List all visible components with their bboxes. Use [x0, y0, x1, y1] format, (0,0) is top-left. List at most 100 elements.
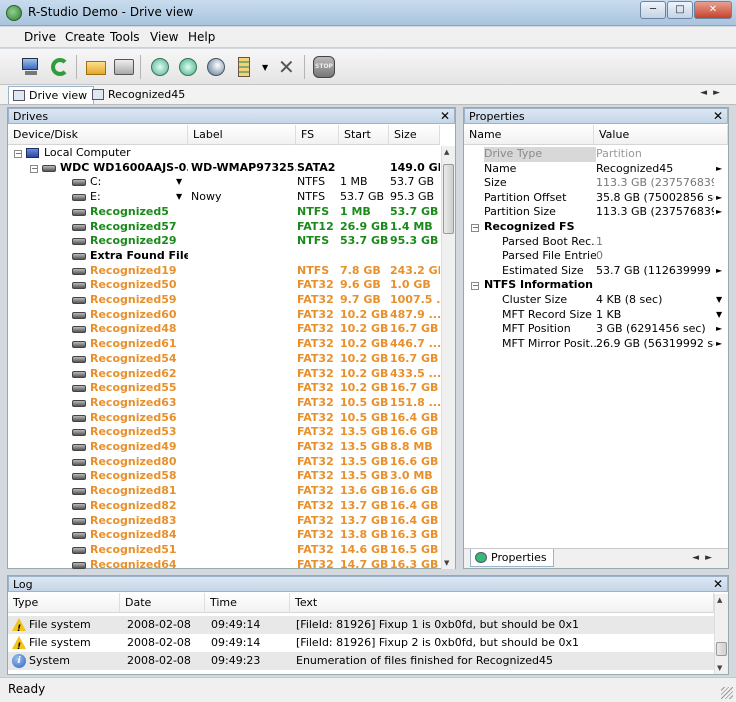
- property-row[interactable]: Parsed Boot Rec... 1: [464, 235, 728, 250]
- log-scrollbar[interactable]: ▲ ▼: [714, 594, 728, 674]
- chevron-right-icon[interactable]: ►: [716, 322, 722, 337]
- drive-row[interactable]: Recognized19 NTFS 7.8 GB 243.2 GB: [8, 264, 440, 279]
- tab-properties[interactable]: Properties: [470, 549, 554, 567]
- scroll-up-icon[interactable]: ▲: [444, 148, 449, 156]
- drive-row[interactable]: Recognized49 FAT32 13.5 GB 8.8 MB: [8, 440, 440, 455]
- col-type[interactable]: Type: [8, 593, 120, 613]
- tab-drive-view[interactable]: Drive view: [8, 86, 95, 104]
- tree-collapse-icon[interactable]: −: [14, 150, 22, 158]
- close-log-panel-icon[interactable]: ✕: [713, 577, 723, 591]
- property-row[interactable]: Partition Size 113.3 GB (237576839 s...►: [464, 205, 728, 220]
- log-scroll-down-icon[interactable]: ▼: [717, 664, 722, 672]
- drive-row[interactable]: Recognized82 FAT32 13.7 GB 16.4 GB: [8, 499, 440, 514]
- recover-button[interactable]: [147, 54, 171, 78]
- property-row[interactable]: Size 113.3 GB (237576839 s...: [464, 176, 728, 191]
- chevron-down-icon[interactable]: ▼: [176, 175, 182, 190]
- menu-create[interactable]: Create: [65, 30, 105, 44]
- chevron-right-icon[interactable]: ►: [716, 191, 722, 206]
- drive-row[interactable]: Recognized54 FAT32 10.2 GB 16.7 GB: [8, 352, 440, 367]
- recover-marked-button[interactable]: [175, 54, 199, 78]
- drive-row[interactable]: E: Nowy NTFS 53.7 GB 95.3 GB ▼: [8, 190, 440, 205]
- col-value[interactable]: Value: [594, 125, 728, 145]
- col-date[interactable]: Date: [120, 593, 205, 613]
- property-row[interactable]: Cluster Size 4 KB (8 sec) ▼: [464, 293, 728, 308]
- chevron-right-icon[interactable]: ►: [716, 337, 722, 352]
- property-row[interactable]: MFT Mirror Posit...26.9 GB (56319992 sec…: [464, 337, 728, 352]
- drive-row[interactable]: Recognized58 FAT32 13.5 GB 3.0 MB: [8, 469, 440, 484]
- property-row[interactable]: MFT Record Size 1 KB ▼: [464, 308, 728, 323]
- col-size[interactable]: Size: [389, 125, 440, 145]
- property-value[interactable]: 26.9 GB (56319992 sec): [596, 337, 714, 352]
- log-scroll-thumb[interactable]: [716, 642, 727, 656]
- chevron-right-icon[interactable]: ►: [716, 162, 722, 177]
- property-value[interactable]: 3 GB (6291456 sec): [596, 322, 714, 337]
- close-window-button[interactable]: ✕: [694, 1, 732, 19]
- drive-row[interactable]: Recognized83 FAT32 13.7 GB 16.4 GB: [8, 514, 440, 529]
- drive-row[interactable]: Recognized57 FAT12 26.9 GB 1.4 MB: [8, 220, 440, 235]
- open-drive-button[interactable]: [83, 54, 107, 78]
- col-text[interactable]: Text: [290, 593, 714, 613]
- stop-button[interactable]: STOP: [311, 54, 335, 78]
- property-value[interactable]: Recognized45: [596, 162, 714, 177]
- close-properties-panel-icon[interactable]: ✕: [713, 109, 723, 123]
- chevron-down-icon[interactable]: ▼: [176, 190, 182, 205]
- chevron-down-icon[interactable]: ▼: [716, 308, 722, 323]
- delete-button[interactable]: ✕: [275, 54, 299, 78]
- property-value[interactable]: 4 KB (8 sec): [596, 293, 714, 308]
- property-value[interactable]: 113.3 GB (237576839 s...: [596, 205, 714, 220]
- property-row[interactable]: MFT Position 3 GB (6291456 sec) ►: [464, 322, 728, 337]
- region-button[interactable]: [233, 54, 257, 78]
- drive-row[interactable]: Recognized56 FAT32 10.5 GB 16.4 GB: [8, 411, 440, 426]
- property-row[interactable]: Estimated Size 53.7 GB (112639999 se...►: [464, 264, 728, 279]
- drive-row[interactable]: Recognized60 FAT32 10.2 GB 487.9 ...: [8, 308, 440, 323]
- drives-scrollbar[interactable]: ▲ ▼: [441, 146, 455, 569]
- menu-drive[interactable]: Drive: [24, 30, 56, 44]
- property-row[interactable]: Name Recognized45 ►: [464, 162, 728, 177]
- drive-row[interactable]: − Local Computer: [8, 146, 440, 161]
- drive-row[interactable]: Recognized81 FAT32 13.6 GB 16.6 GB: [8, 484, 440, 499]
- section-collapse-icon[interactable]: −: [471, 282, 479, 291]
- property-value[interactable]: 1 KB: [596, 308, 714, 323]
- col-name[interactable]: Name: [464, 125, 594, 145]
- menu-view[interactable]: View: [150, 30, 178, 44]
- section-collapse-icon[interactable]: −: [471, 224, 479, 232]
- col-fs[interactable]: FS: [296, 125, 339, 145]
- drive-row[interactable]: Recognized51 FAT32 14.6 GB 16.5 GB: [8, 543, 440, 558]
- property-section[interactable]: − Recognized FS: [464, 220, 728, 235]
- drive-row[interactable]: C: NTFS 1 MB 53.7 GB ▼: [8, 175, 440, 190]
- connect-computer-button[interactable]: [18, 54, 42, 78]
- drive-row[interactable]: Recognized84 FAT32 13.8 GB 16.3 GB: [8, 528, 440, 543]
- tree-collapse-icon[interactable]: −: [30, 164, 38, 173]
- property-row[interactable]: Parsed File Entries 0: [464, 249, 728, 264]
- drive-row[interactable]: Recognized61 FAT32 10.2 GB 446.7 ...: [8, 337, 440, 352]
- drive-row[interactable]: Recognized59 FAT32 9.7 GB 1007.5 ...: [8, 293, 440, 308]
- property-row[interactable]: Partition Offset 35.8 GB (75002856 sec)►: [464, 191, 728, 206]
- log-row[interactable]: File system 2008-02-08 09:49:14 [FileId: 81…: [8, 634, 714, 656]
- drive-row[interactable]: Recognized80 FAT32 13.5 GB 16.6 GB: [8, 455, 440, 470]
- close-drives-panel-icon[interactable]: ✕: [440, 109, 450, 123]
- col-device-disk[interactable]: Device/Disk: [8, 125, 188, 145]
- menu-help[interactable]: Help: [188, 30, 215, 44]
- log-row[interactable]: i System 2008-02-08 09:49:23 Enumeration of …: [8, 652, 714, 670]
- drive-row[interactable]: Recognized63 FAT32 10.5 GB 151.8 ...: [8, 396, 440, 411]
- col-start[interactable]: Start: [339, 125, 389, 145]
- image-button[interactable]: [203, 54, 227, 78]
- scan-button[interactable]: [111, 54, 135, 78]
- chevron-right-icon[interactable]: ►: [716, 264, 722, 279]
- property-section[interactable]: − NTFS Information: [464, 278, 728, 293]
- menu-tools[interactable]: Tools: [110, 30, 140, 44]
- property-value[interactable]: 35.8 GB (75002856 sec): [596, 191, 714, 206]
- col-time[interactable]: Time: [205, 593, 290, 613]
- minimize-button[interactable]: ─: [640, 1, 666, 19]
- chevron-right-icon[interactable]: ►: [716, 205, 722, 220]
- drive-row[interactable]: Recognized50 FAT32 9.6 GB 1.0 GB: [8, 278, 440, 293]
- log-row[interactable]: File system 2008-02-08 09:49:14 [FileId: 81…: [8, 616, 714, 638]
- drive-row[interactable]: − WDC WD1600AAJS-0... WD-WMAP97325... SATA2…: [8, 161, 440, 176]
- col-label[interactable]: Label: [188, 125, 296, 145]
- region-dropdown-button[interactable]: ▼: [259, 54, 271, 78]
- scroll-down-icon[interactable]: ▼: [444, 559, 449, 567]
- property-value[interactable]: 53.7 GB (112639999 se...: [596, 264, 714, 279]
- log-scroll-up-icon[interactable]: ▲: [717, 596, 722, 604]
- property-row[interactable]: Drive Type Partition: [464, 147, 728, 162]
- scroll-thumb[interactable]: [443, 164, 454, 234]
